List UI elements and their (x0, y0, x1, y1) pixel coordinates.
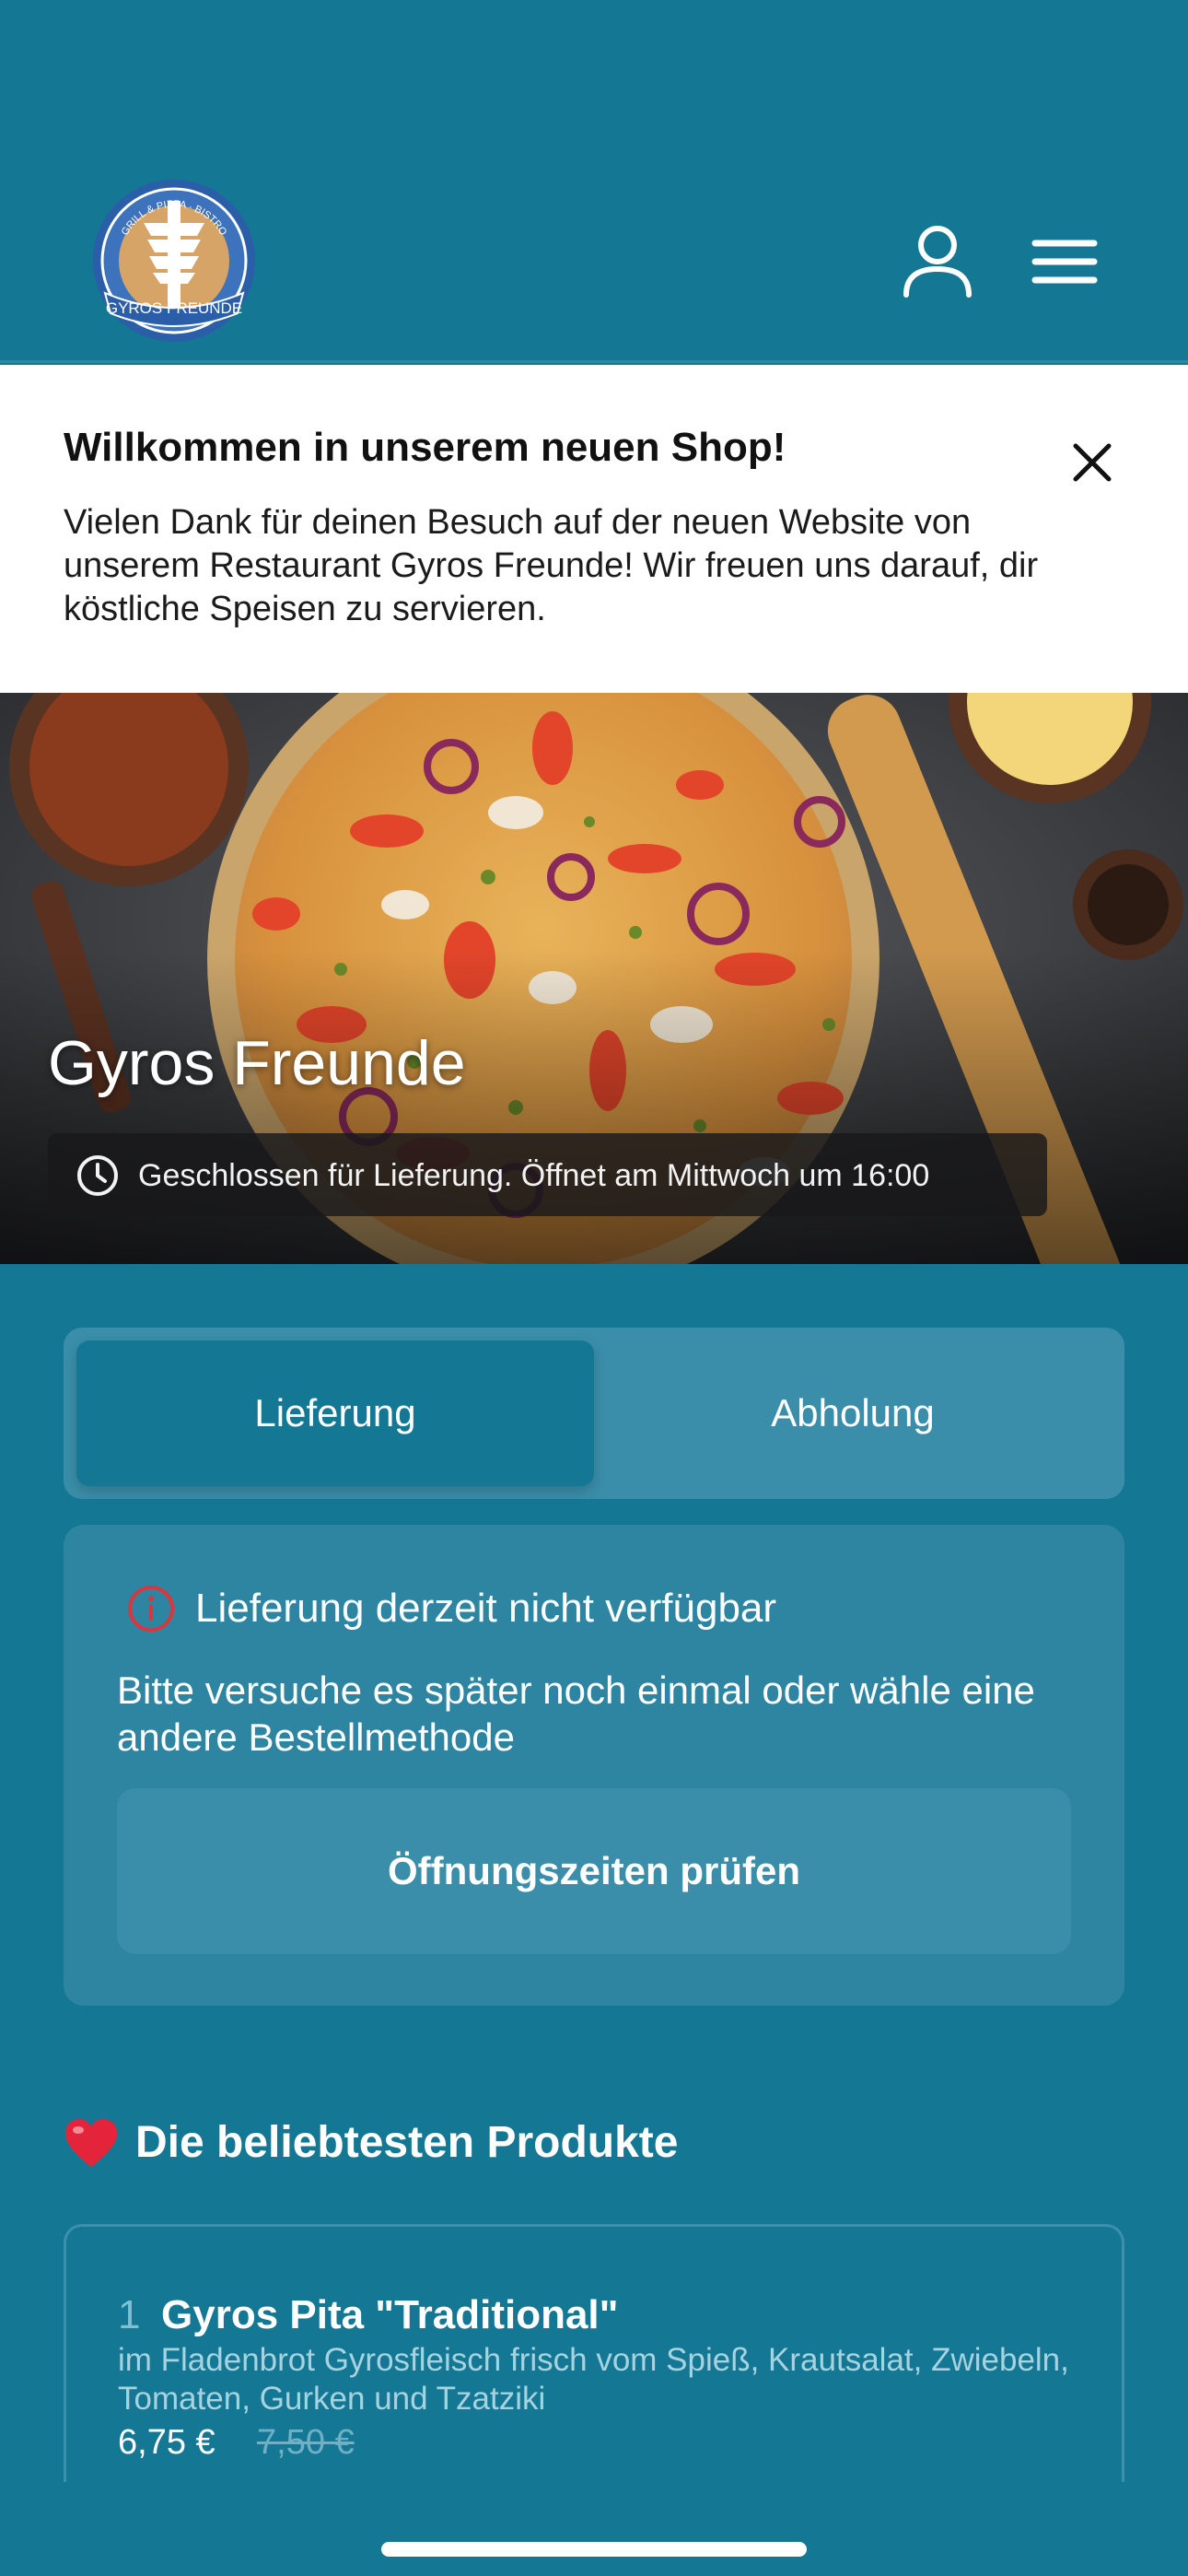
product-price: 6,75 € (118, 2423, 215, 2462)
clock-icon (76, 1153, 120, 1198)
delivery-unavailable-card: Lieferung derzeit nicht verfügbar Bitte … (64, 1525, 1124, 2006)
check-hours-button[interactable]: Öffnungszeiten prüfen (117, 1788, 1071, 1954)
order-mode-toggle: Lieferung Abholung (64, 1328, 1124, 1499)
welcome-title: Willkommen in unserem neuen Shop! (64, 425, 786, 470)
close-icon[interactable] (1070, 440, 1114, 485)
home-indicator[interactable] (381, 2542, 807, 2557)
product-rank: 1 (118, 2292, 141, 2337)
user-icon[interactable] (901, 221, 974, 299)
welcome-text: Vielen Dank für deinen Besuch auf der ne… (64, 503, 1039, 628)
status-text: Geschlossen für Lieferung. Öffnet am Mit… (138, 1158, 930, 1193)
top-bar: GRILL & PIZZA · BISTRO GYROS FREUNDE (0, 0, 1188, 363)
notice-title: Lieferung derzeit nicht verfügbar (195, 1586, 777, 1631)
tab-pickup[interactable]: Abholung (594, 1341, 1112, 1486)
product-name: Gyros Pita "Traditional" (161, 2292, 619, 2337)
restaurant-name: Gyros Freunde (48, 1028, 466, 1098)
notice-text: Bitte versuche es später noch einmal ode… (117, 1669, 1035, 1759)
hero-image: Gyros Freunde Geschlossen für Lieferung.… (0, 693, 1188, 1264)
alert-info-icon (126, 1584, 176, 1633)
logo-name-text: GYROS FREUNDE (106, 299, 242, 317)
bottom-area (0, 2482, 1188, 2576)
opening-status: Geschlossen für Lieferung. Öffnet am Mit… (48, 1133, 1047, 1216)
product-old-price: 7,50 € (257, 2423, 355, 2462)
hamburger-menu-icon[interactable] (1030, 238, 1100, 286)
tab-delivery[interactable]: Lieferung (76, 1341, 594, 1486)
popular-section-title: Die beliebtesten Produkte (64, 2113, 678, 2172)
popular-title-text: Die beliebtesten Produkte (135, 2118, 679, 2167)
heart-icon (65, 2119, 117, 2167)
restaurant-logo[interactable]: GRILL & PIZZA · BISTRO GYROS FREUNDE (88, 175, 260, 346)
welcome-banner: Willkommen in unserem neuen Shop! Vielen… (0, 365, 1188, 693)
product-description: im Fladenbrot Gyrosfleisch frisch vom Sp… (118, 2342, 1069, 2417)
